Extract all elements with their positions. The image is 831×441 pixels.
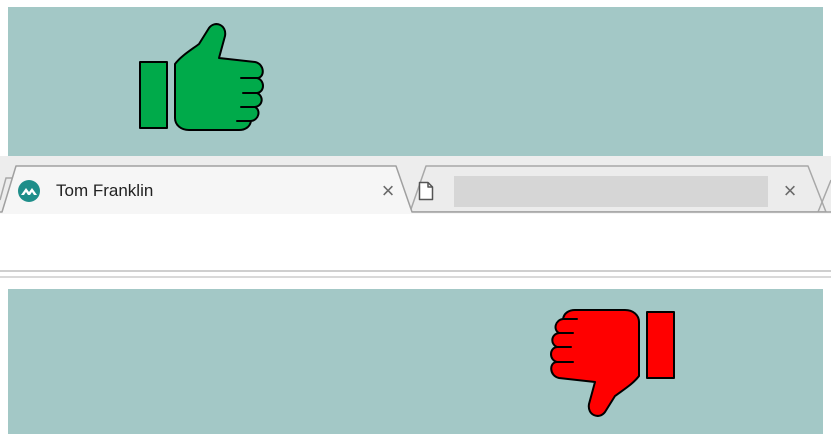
toolbar-divider-lower	[0, 276, 831, 278]
close-icon[interactable]: ×	[782, 180, 798, 202]
bottom-panel	[8, 289, 823, 434]
tab-title-placeholder	[454, 175, 768, 207]
thumbs-up-icon	[137, 22, 269, 139]
thumbs-down-icon	[545, 306, 677, 423]
tab-tom-franklin[interactable]: Tom Franklin ×	[18, 172, 402, 210]
blank-page-icon	[418, 181, 434, 201]
tab-untitled[interactable]: ×	[418, 172, 808, 210]
browser-tab-strip: Tom Franklin × ×	[0, 156, 831, 229]
toolbar-area	[0, 229, 831, 270]
tab-title: Tom Franklin	[56, 181, 154, 200]
top-panel	[8, 7, 823, 156]
close-icon[interactable]: ×	[380, 180, 396, 202]
site-favicon-icon	[18, 180, 40, 202]
toolbar-divider	[0, 270, 831, 272]
